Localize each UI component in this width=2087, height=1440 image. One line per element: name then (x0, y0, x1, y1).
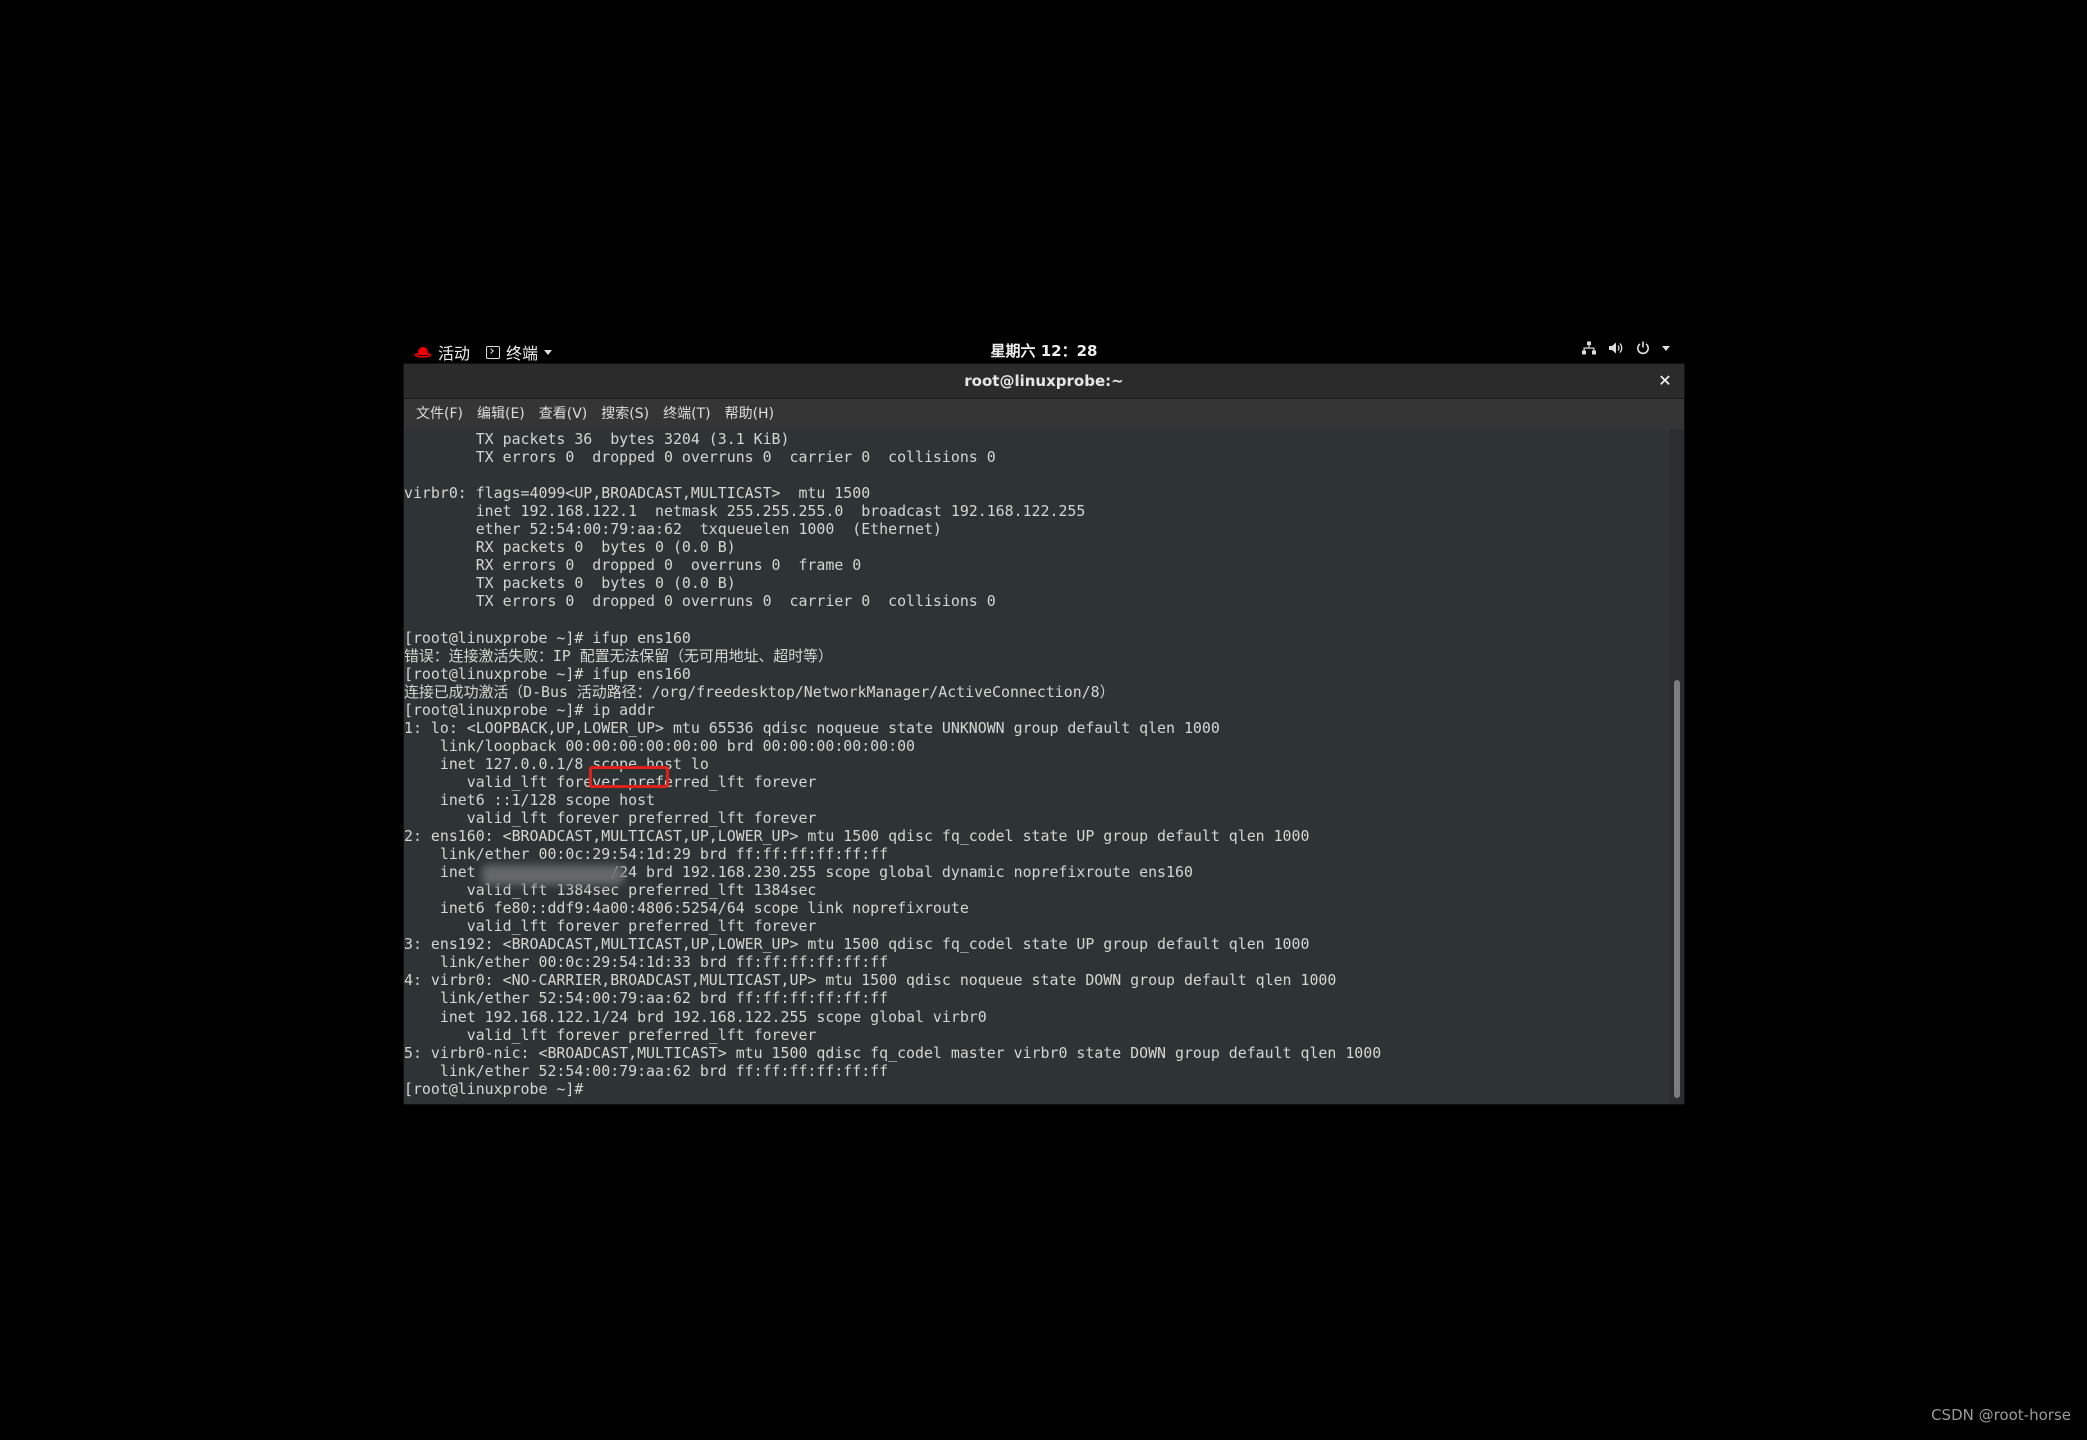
menu-edit[interactable]: 编辑(E) (471, 399, 533, 429)
chevron-down-icon (1662, 345, 1670, 351)
terminal-line: 2: ens160: <BROADCAST,MULTICAST,UP,LOWER… (404, 827, 1310, 846)
terminal-line: link/ether 00:0c:29:54:1d:33 brd ff:ff:f… (404, 953, 889, 972)
network-icon (1582, 341, 1596, 355)
menu-search[interactable]: 搜索(S) (595, 399, 657, 429)
power-icon (1636, 341, 1650, 355)
window-title: root@linuxprobe:~ (964, 372, 1124, 390)
terminal-line: valid_lft forever preferred_lft forever (404, 808, 817, 827)
menu-view[interactable]: 查看(V) (533, 399, 596, 429)
terminal-line: 错误：连接激活失败：IP 配置无法保留（无可用地址、超时等） (404, 646, 833, 665)
terminal-line: 5: virbr0-nic: <BROADCAST,MULTICAST> mtu… (404, 1043, 1382, 1062)
terminal-line: link/ether 52:54:00:79:aa:62 brd ff:ff:f… (404, 1061, 889, 1080)
terminal-line: inet 192.168.122.1 netmask 255.255.255.0… (404, 502, 1086, 521)
terminal-line: inet6 fe80::ddf9:4a00:4806:5254/64 scope… (404, 899, 969, 918)
terminal-line: valid_lft 1384sec preferred_lft 1384sec (404, 881, 817, 900)
scrollbar-thumb[interactable] (1674, 680, 1680, 1098)
terminal-line: inet6 ::1/128 scope host (404, 790, 656, 809)
terminal-line: 1: lo: <LOOPBACK,UP,LOWER_UP> mtu 65536 … (404, 718, 1220, 737)
terminal-line: inet 127.0.0.1/8 scope host lo (404, 754, 709, 773)
terminal-line: TX errors 0 dropped 0 overruns 0 carrier… (404, 448, 996, 467)
terminal-line: TX packets 0 bytes 0 (0.0 B) (404, 574, 736, 593)
terminal-line: inet 192.168.122.1/24 brd 192.168.122.25… (404, 1007, 987, 1026)
system-status-area[interactable] (1582, 341, 1670, 355)
terminal-line: 连接已成功激活（D-Bus 活动路径：/org/freedesktop/Netw… (404, 682, 1115, 701)
volume-icon (1608, 341, 1624, 355)
terminal-line: link/ether 52:54:00:79:aa:62 brd ff:ff:f… (404, 989, 889, 1008)
scrollbar[interactable] (1670, 429, 1684, 1104)
terminal-line: valid_lft forever preferred_lft forever (404, 1025, 817, 1044)
terminal-line: valid_lft forever preferred_lft forever (404, 772, 817, 791)
menu-terminal[interactable]: 终端(T) (657, 399, 718, 429)
clock[interactable]: 星期六 12：28 (404, 340, 1684, 361)
close-button[interactable]: ✕ (1656, 364, 1674, 398)
terminal-line: [root@linuxprobe ~]# ifup ens160 (404, 664, 691, 683)
terminal-line: inet /24 brd 192.168.230.255 scope globa… (404, 863, 1193, 882)
terminal-line: RX packets 0 bytes 0 (0.0 B) (404, 538, 736, 557)
close-icon: ✕ (1658, 371, 1672, 390)
top-bar: 活动 终端 星期六 12：28 (404, 336, 1684, 364)
terminal-line: link/ether 00:0c:29:54:1d:29 brd ff:ff:f… (404, 845, 889, 864)
terminal-line: TX errors 0 dropped 0 overruns 0 carrier… (404, 592, 996, 611)
menu-help[interactable]: 帮助(H) (719, 399, 782, 429)
window-titlebar[interactable]: root@linuxprobe:~ ✕ (404, 364, 1684, 399)
terminal-line: [root@linuxprobe ~]# (404, 1079, 593, 1098)
terminal-text: TX packets 36 bytes 3204 (3.1 KiB) TX er… (404, 430, 1381, 1098)
terminal-output[interactable]: TX packets 36 bytes 3204 (3.1 KiB) TX er… (404, 429, 1670, 1104)
menu-file[interactable]: 文件(F) (410, 399, 471, 429)
menu-bar: 文件(F) 编辑(E) 查看(V) 搜索(S) 终端(T) 帮助(H) (404, 399, 1684, 429)
terminal-line: virbr0: flags=4099<UP,BROADCAST,MULTICAS… (404, 484, 871, 503)
terminal-line: [root@linuxprobe ~]# ifup ens160 (404, 628, 691, 647)
terminal-line: ether 52:54:00:79:aa:62 txqueuelen 1000 … (404, 520, 942, 539)
terminal-line: TX packets 36 bytes 3204 (3.1 KiB) (404, 430, 790, 448)
terminal-line: 4: virbr0: <NO-CARRIER,BROADCAST,MULTICA… (404, 971, 1337, 990)
terminal-line: 3: ens192: <BROADCAST,MULTICAST,UP,LOWER… (404, 935, 1310, 954)
terminal-line: [root@linuxprobe ~]# ip addr (404, 700, 656, 719)
terminal-window: root@linuxprobe:~ ✕ 文件(F) 编辑(E) 查看(V) 搜索… (404, 364, 1684, 1104)
watermark: CSDN @root-horse (1931, 1406, 2071, 1424)
terminal-line: RX errors 0 dropped 0 overruns 0 frame 0 (404, 556, 862, 575)
terminal-line: valid_lft forever preferred_lft forever (404, 917, 817, 936)
terminal-line: link/loopback 00:00:00:00:00:00 brd 00:0… (404, 736, 916, 755)
